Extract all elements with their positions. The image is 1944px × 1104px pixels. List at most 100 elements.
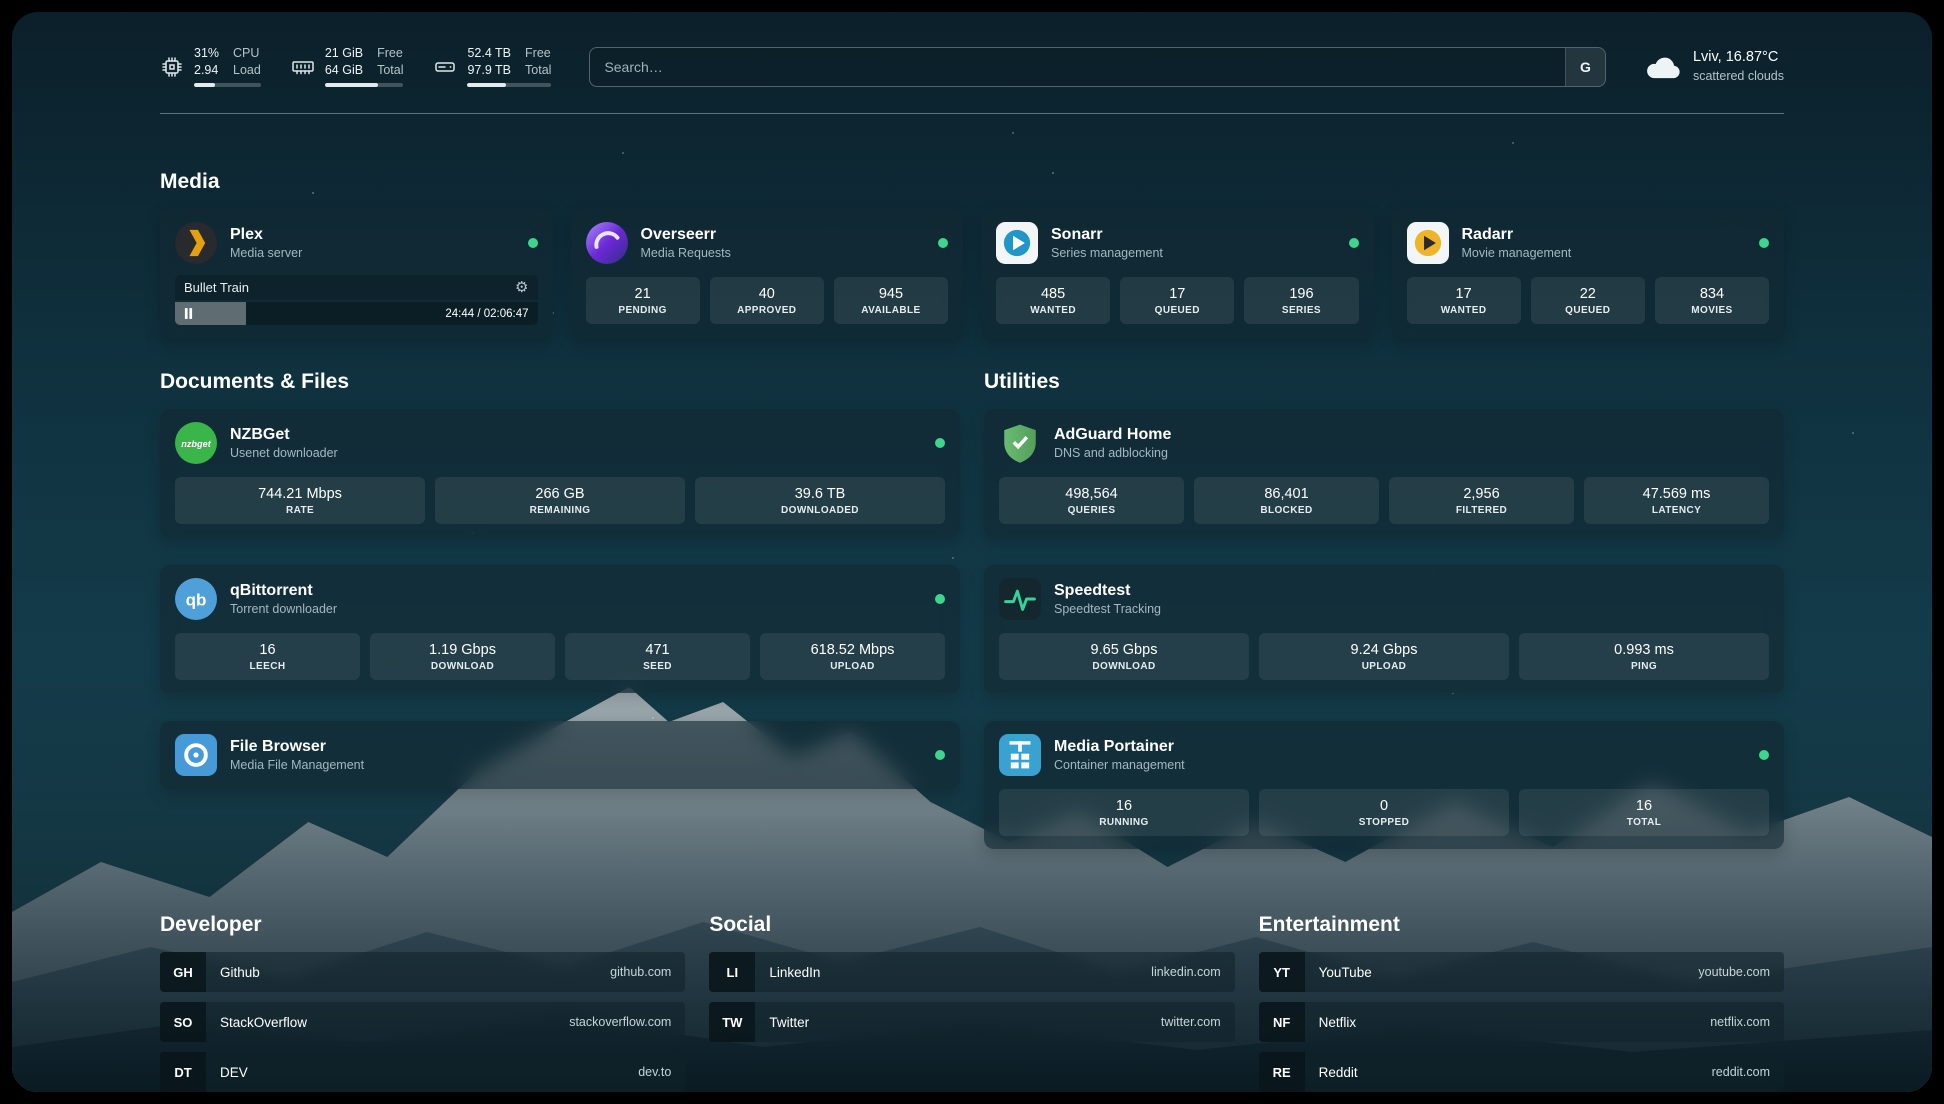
stat-box: 744.21 MbpsRATE <box>175 477 425 524</box>
bookmark-abbr: YT <box>1259 952 1305 992</box>
stat-box: 9.65 GbpsDOWNLOAD <box>999 633 1249 680</box>
search-bar: G <box>589 47 1606 87</box>
weather-condition: scattered clouds <box>1693 68 1784 85</box>
disk-progress-bar <box>467 83 551 87</box>
stat-box: 39.6 TBDOWNLOADED <box>695 477 945 524</box>
bookmark-name: StackOverflow <box>206 1002 569 1042</box>
memory-free-value: 21 GiB <box>325 46 363 61</box>
service-name: Media Portainer <box>1054 738 1746 756</box>
bookmark-youtube[interactable]: YT YouTube youtube.com <box>1259 952 1784 992</box>
stat-box: 834MOVIES <box>1655 277 1769 324</box>
section-title-media: Media <box>160 170 1784 194</box>
cpu-label: CPU <box>233 46 261 61</box>
bookmark-name: DEV <box>206 1052 638 1092</box>
section-title-entertainment: Entertainment <box>1259 913 1784 937</box>
service-subtitle: Media server <box>230 246 515 260</box>
service-subtitle: Media Requests <box>641 246 926 260</box>
service-card-filebrowser[interactable]: File Browser Media File Management <box>160 721 960 789</box>
service-name: File Browser <box>230 738 922 756</box>
service-name: Radarr <box>1462 226 1747 244</box>
service-subtitle: Container management <box>1054 758 1746 772</box>
resource-widgets: 31% 2.94 CPU Load <box>160 46 551 87</box>
bookmark-name: YouTube <box>1305 952 1699 992</box>
search-provider-button[interactable]: G <box>1565 48 1605 86</box>
now-playing-title: Bullet Train <box>184 280 249 295</box>
bookmark-name: LinkedIn <box>755 952 1151 992</box>
section-utilities: Utilities AdGu <box>984 370 1784 849</box>
service-card-plex[interactable]: Plex Media server Bullet Train ⚙ <box>160 209 553 338</box>
bookmark-reddit[interactable]: RE Reddit reddit.com <box>1259 1052 1784 1092</box>
plex-icon <box>175 222 217 264</box>
bookmark-linkedin[interactable]: LI LinkedIn linkedin.com <box>709 952 1234 992</box>
playback-time: 24:44 / 02:06:47 <box>445 308 528 320</box>
service-subtitle: Torrent downloader <box>230 602 922 616</box>
status-dot <box>935 438 945 448</box>
service-card-qbittorrent[interactable]: qb qBittorrent Torrent downloader 16LEEC… <box>160 565 960 693</box>
topbar-divider <box>160 113 1784 114</box>
playback-progress-bar: 24:44 / 02:06:47 <box>175 302 538 325</box>
service-subtitle: Media File Management <box>230 758 922 772</box>
bookmark-url: stackoverflow.com <box>569 1002 685 1042</box>
service-card-nzbget[interactable]: nzbget NZBGet Usenet downloader 744.21 M… <box>160 409 960 537</box>
bookmark-url: reddit.com <box>1712 1052 1784 1092</box>
stat-box: 16LEECH <box>175 633 360 680</box>
bookmark-group-entertainment: Entertainment YT YouTube youtube.com NF … <box>1259 913 1784 1092</box>
service-name: Speedtest <box>1054 582 1769 600</box>
service-name: Sonarr <box>1051 226 1336 244</box>
service-card-adguard[interactable]: AdGuard Home DNS and adblocking 498,564Q… <box>984 409 1784 537</box>
radarr-icon <box>1407 222 1449 264</box>
service-name: AdGuard Home <box>1054 426 1769 444</box>
bookmark-url: dev.to <box>638 1052 685 1092</box>
memory-widget: 21 GiB 64 GiB Free Total <box>291 46 404 87</box>
search-input[interactable] <box>590 59 1565 75</box>
bookmark-github[interactable]: GH Github github.com <box>160 952 685 992</box>
status-dot <box>1759 238 1769 248</box>
service-card-sonarr[interactable]: Sonarr Series management 485WANTED 17QUE… <box>981 209 1374 338</box>
bookmark-twitter[interactable]: TW Twitter twitter.com <box>709 1002 1234 1042</box>
memory-total-value: 64 GiB <box>325 63 363 78</box>
cloud-icon <box>1644 48 1682 86</box>
bookmark-url: twitter.com <box>1161 1002 1235 1042</box>
stat-box: 17QUEUED <box>1120 277 1234 324</box>
section-title-utilities: Utilities <box>984 370 1784 394</box>
bookmark-stackoverflow[interactable]: SO StackOverflow stackoverflow.com <box>160 1002 685 1042</box>
memory-progress-bar <box>325 83 404 87</box>
service-card-speedtest[interactable]: Speedtest Speedtest Tracking 9.65 GbpsDO… <box>984 565 1784 693</box>
cpu-widget: 31% 2.94 CPU Load <box>160 46 261 87</box>
section-documents: Documents & Files nzbget NZBGet Usenet d… <box>160 370 960 789</box>
service-subtitle: DNS and adblocking <box>1054 446 1769 460</box>
disk-free-label: Free <box>525 46 551 61</box>
status-dot <box>938 238 948 248</box>
gear-icon[interactable]: ⚙ <box>515 280 528 295</box>
service-subtitle: Series management <box>1051 246 1336 260</box>
bookmark-group-social: Social LI LinkedIn linkedin.com TW Twitt… <box>709 913 1234 1052</box>
now-playing: Bullet Train ⚙ 24:44 / 02:06:47 <box>175 275 538 325</box>
speedtest-icon <box>999 578 1041 620</box>
svg-text:nzbget: nzbget <box>181 439 211 449</box>
status-dot <box>1349 238 1359 248</box>
weather-location-temp: Lviv, 16.87°C <box>1693 48 1784 68</box>
stat-box: 945AVAILABLE <box>834 277 948 324</box>
bookmark-abbr: GH <box>160 952 206 992</box>
stat-box: 22QUEUED <box>1531 277 1645 324</box>
memory-icon <box>291 55 315 79</box>
bookmark-dev[interactable]: DT DEV dev.to <box>160 1052 685 1092</box>
service-card-radarr[interactable]: Radarr Movie management 17WANTED 22QUEUE… <box>1392 209 1785 338</box>
service-name: Plex <box>230 226 515 244</box>
bookmark-abbr: TW <box>709 1002 755 1042</box>
bookmark-url: github.com <box>610 952 685 992</box>
bookmark-url: netflix.com <box>1710 1002 1784 1042</box>
stat-box: 2,956FILTERED <box>1389 477 1574 524</box>
cpu-icon <box>160 55 184 79</box>
portainer-icon <box>999 734 1041 776</box>
bookmark-name: Netflix <box>1305 1002 1711 1042</box>
service-card-overseerr[interactable]: Overseerr Media Requests 21PENDING 40APP… <box>571 209 964 338</box>
bookmark-netflix[interactable]: NF Netflix netflix.com <box>1259 1002 1784 1042</box>
service-subtitle: Usenet downloader <box>230 446 922 460</box>
service-card-portainer[interactable]: Media Portainer Container management 16R… <box>984 721 1784 849</box>
disk-total-label: Total <box>525 63 551 78</box>
stat-box: 0.993 msPING <box>1519 633 1769 680</box>
section-title-social: Social <box>709 913 1234 937</box>
stat-box: 498,564QUERIES <box>999 477 1184 524</box>
bookmark-group-developer: Developer GH Github github.com SO StackO… <box>160 913 685 1092</box>
